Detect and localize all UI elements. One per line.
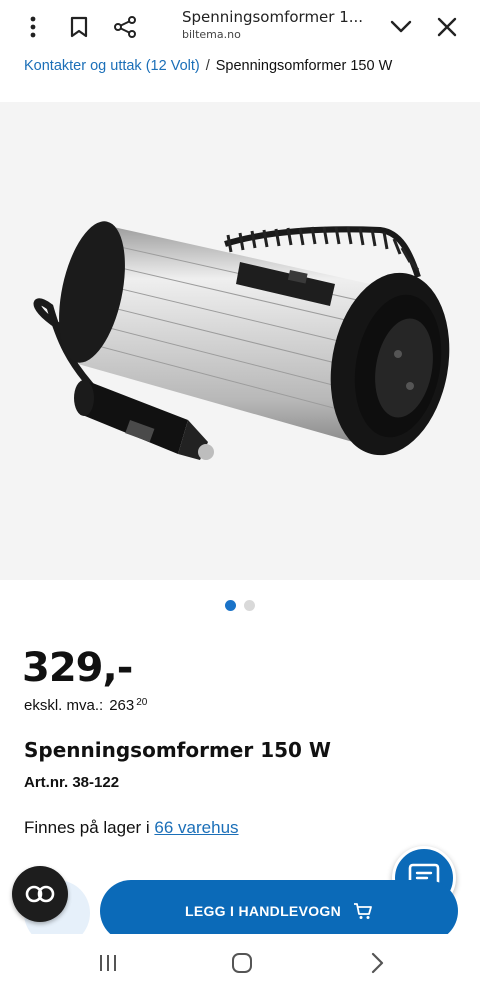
close-icon[interactable] (432, 12, 462, 42)
add-to-cart-label: LEGG I HANDLEVOGN (185, 903, 341, 919)
add-to-cart-button[interactable]: LEGG I HANDLEVOGN (100, 880, 458, 942)
stock-prefix: Finnes på lager i (24, 818, 150, 837)
breadcrumb-parent-link[interactable]: Kontakter og uttak (12 Volt) (24, 58, 200, 74)
price-ex-vat: ekskl. mva.: 263 20 (24, 697, 147, 714)
bookmark-icon[interactable] (64, 12, 94, 42)
product-image[interactable] (0, 102, 480, 580)
power-inverter-illustration (33, 221, 450, 460)
system-nav-bar (0, 934, 480, 990)
ex-vat-value: 263 (109, 697, 135, 714)
home-icon[interactable] (227, 948, 257, 978)
google-lens-button[interactable] (12, 866, 68, 922)
share-icon[interactable] (110, 12, 140, 42)
back-icon[interactable] (362, 948, 392, 978)
carousel-dots (0, 600, 480, 614)
lens-link-icon (25, 885, 55, 903)
recent-apps-icon[interactable] (93, 948, 123, 978)
ex-vat-cents: 20 (136, 697, 148, 708)
breadcrumb: Kontakter og uttak (12 Volt) / Spenningsom… (0, 58, 480, 82)
breadcrumb-separator: / (205, 58, 210, 74)
ex-vat-label: ekskl. mva.: (24, 697, 104, 714)
carousel-dot-2[interactable] (244, 600, 255, 611)
browser-toolbar: Spenningsomformer 1... biltema.no (0, 0, 480, 56)
carousel-dot-1[interactable] (225, 600, 236, 611)
stock-stores-link[interactable]: 66 varehus (154, 818, 238, 837)
product-title: Spenningsomformer 150 W (24, 738, 331, 762)
tab-info[interactable]: Spenningsomformer 1... biltema.no (182, 8, 372, 41)
article-number: Art.nr. 38-122 (24, 774, 120, 791)
more-vert-icon[interactable] (18, 12, 48, 42)
cart-icon (354, 903, 372, 919)
tab-title: Spenningsomformer 1... (182, 8, 364, 26)
chevron-down-icon[interactable] (386, 12, 416, 42)
tab-url: biltema.no (182, 28, 241, 41)
price: 329,- (22, 645, 133, 691)
stock-status: Finnes på lager i 66 varehus (24, 818, 239, 838)
breadcrumb-current: Spenningsomformer 150 W (215, 58, 393, 74)
